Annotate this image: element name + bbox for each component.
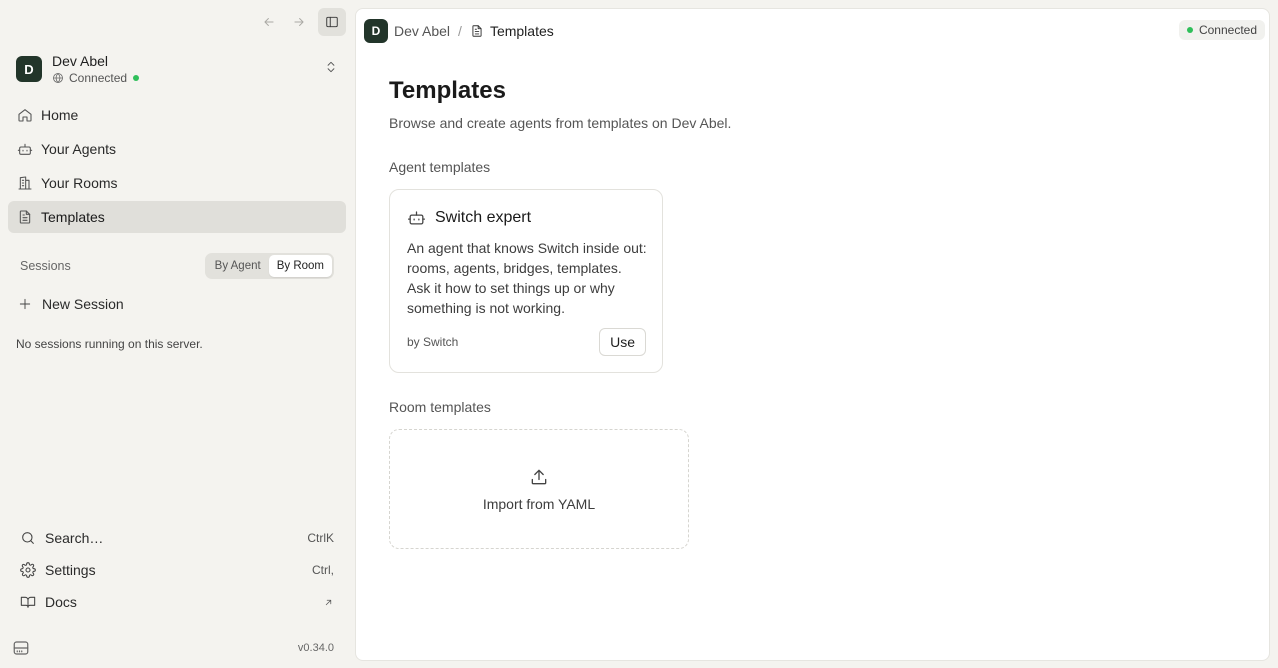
new-session-button[interactable]: New Session	[18, 292, 124, 316]
account-status-text: Connected	[69, 71, 128, 85]
sidebar-footer-links: Search… CtrlK Settings Ctrl, Docs	[20, 522, 334, 618]
search-shortcut: CtrlK	[307, 531, 334, 545]
sidebar-item-home[interactable]: Home	[8, 99, 346, 131]
page-subtitle: Browse and create agents from templates …	[389, 115, 732, 131]
sidebar-nav: Home Your Agents Your Rooms Templates	[8, 99, 346, 235]
account-name: Dev Abel	[52, 53, 109, 69]
toggle-sidebar-button[interactable]	[318, 8, 346, 36]
arrow-right-icon	[294, 18, 304, 26]
breadcrumb-root[interactable]: Dev Abel	[394, 23, 450, 39]
avatar: D	[16, 56, 42, 82]
status-dot	[1186, 27, 1193, 33]
file-text-icon	[19, 210, 31, 224]
page-title: Templates	[389, 77, 506, 104]
chevrons-up-down-icon[interactable]	[324, 60, 338, 74]
use-template-button[interactable]: Use	[599, 328, 646, 356]
panel-left-icon	[326, 16, 338, 28]
empty-sessions-text: No sessions running on this server.	[16, 337, 203, 351]
plus-icon	[19, 298, 31, 310]
card-author: by Switch	[407, 335, 459, 349]
sidebar-item-label: Templates	[41, 209, 105, 225]
settings-button[interactable]: Settings Ctrl,	[20, 554, 334, 586]
upload-icon	[531, 469, 547, 484]
room-templates-heading: Room templates	[389, 399, 491, 415]
file-text-icon	[472, 25, 482, 37]
sidebar-item-your-agents[interactable]: Your Agents	[8, 133, 346, 165]
by-agent-button[interactable]: By Agent	[207, 255, 269, 277]
connection-status-badge: Connected	[1178, 20, 1265, 40]
server-icon[interactable]	[12, 639, 30, 657]
sessions-group-toggle: By Agent By Room	[204, 253, 334, 279]
search-label: Search…	[45, 530, 104, 546]
breadcrumb: D Dev Abel / Templates	[364, 19, 554, 43]
breadcrumb-avatar: D	[364, 19, 388, 43]
external-link-icon	[325, 599, 332, 605]
account-switcher[interactable]: D Dev Abel Connected	[16, 52, 342, 86]
home-icon	[18, 109, 32, 122]
breadcrumb-current: Templates	[489, 23, 554, 39]
main-panel: D Dev Abel / Templates Connected Templat…	[355, 8, 1270, 661]
forward-button[interactable]	[288, 8, 310, 36]
by-room-button[interactable]: By Room	[268, 255, 332, 277]
docs-label: Docs	[45, 594, 77, 610]
docs-link[interactable]: Docs	[20, 586, 334, 618]
connection-status-text: Connected	[1198, 23, 1257, 37]
arrow-left-icon	[264, 18, 274, 26]
search-button[interactable]: Search… CtrlK	[20, 522, 334, 554]
import-label: Import from YAML	[482, 495, 596, 512]
sidebar-item-label: Home	[41, 107, 79, 123]
back-button[interactable]	[258, 8, 280, 36]
agent-template-card[interactable]: Switch expert An agent that knows Switch…	[389, 189, 663, 373]
sidebar-item-your-rooms[interactable]: Your Rooms	[8, 167, 346, 199]
sidebar-item-label: Your Rooms	[41, 175, 118, 191]
building-icon	[18, 176, 32, 190]
book-open-icon	[20, 596, 36, 608]
sidebar-item-label: Your Agents	[41, 141, 116, 157]
bot-icon	[407, 211, 426, 225]
sidebar: D Dev Abel Connected Home Your Agents Yo…	[0, 0, 354, 668]
globe-icon	[53, 73, 63, 83]
account-status: Connected	[52, 71, 140, 85]
card-title: Switch expert	[435, 208, 532, 226]
bot-icon	[17, 143, 33, 155]
breadcrumb-separator: /	[458, 23, 462, 39]
sidebar-footer: v0.34.0	[12, 638, 334, 658]
app-version: v0.34.0	[297, 642, 334, 654]
status-dot	[133, 75, 140, 81]
gear-icon	[20, 562, 36, 578]
agent-templates-heading: Agent templates	[389, 159, 491, 175]
new-session-label: New Session	[42, 296, 124, 312]
card-description: An agent that knows Switch inside out: r…	[407, 240, 647, 316]
settings-label: Settings	[45, 562, 96, 578]
sessions-header: Sessions By Agent By Room	[20, 251, 334, 281]
window-controls	[258, 8, 346, 36]
sidebar-item-templates[interactable]: Templates	[8, 201, 346, 233]
sessions-label: Sessions	[20, 259, 71, 273]
search-icon	[22, 532, 34, 544]
settings-shortcut: Ctrl,	[312, 563, 334, 577]
import-yaml-dropzone[interactable]: Import from YAML	[389, 429, 689, 549]
